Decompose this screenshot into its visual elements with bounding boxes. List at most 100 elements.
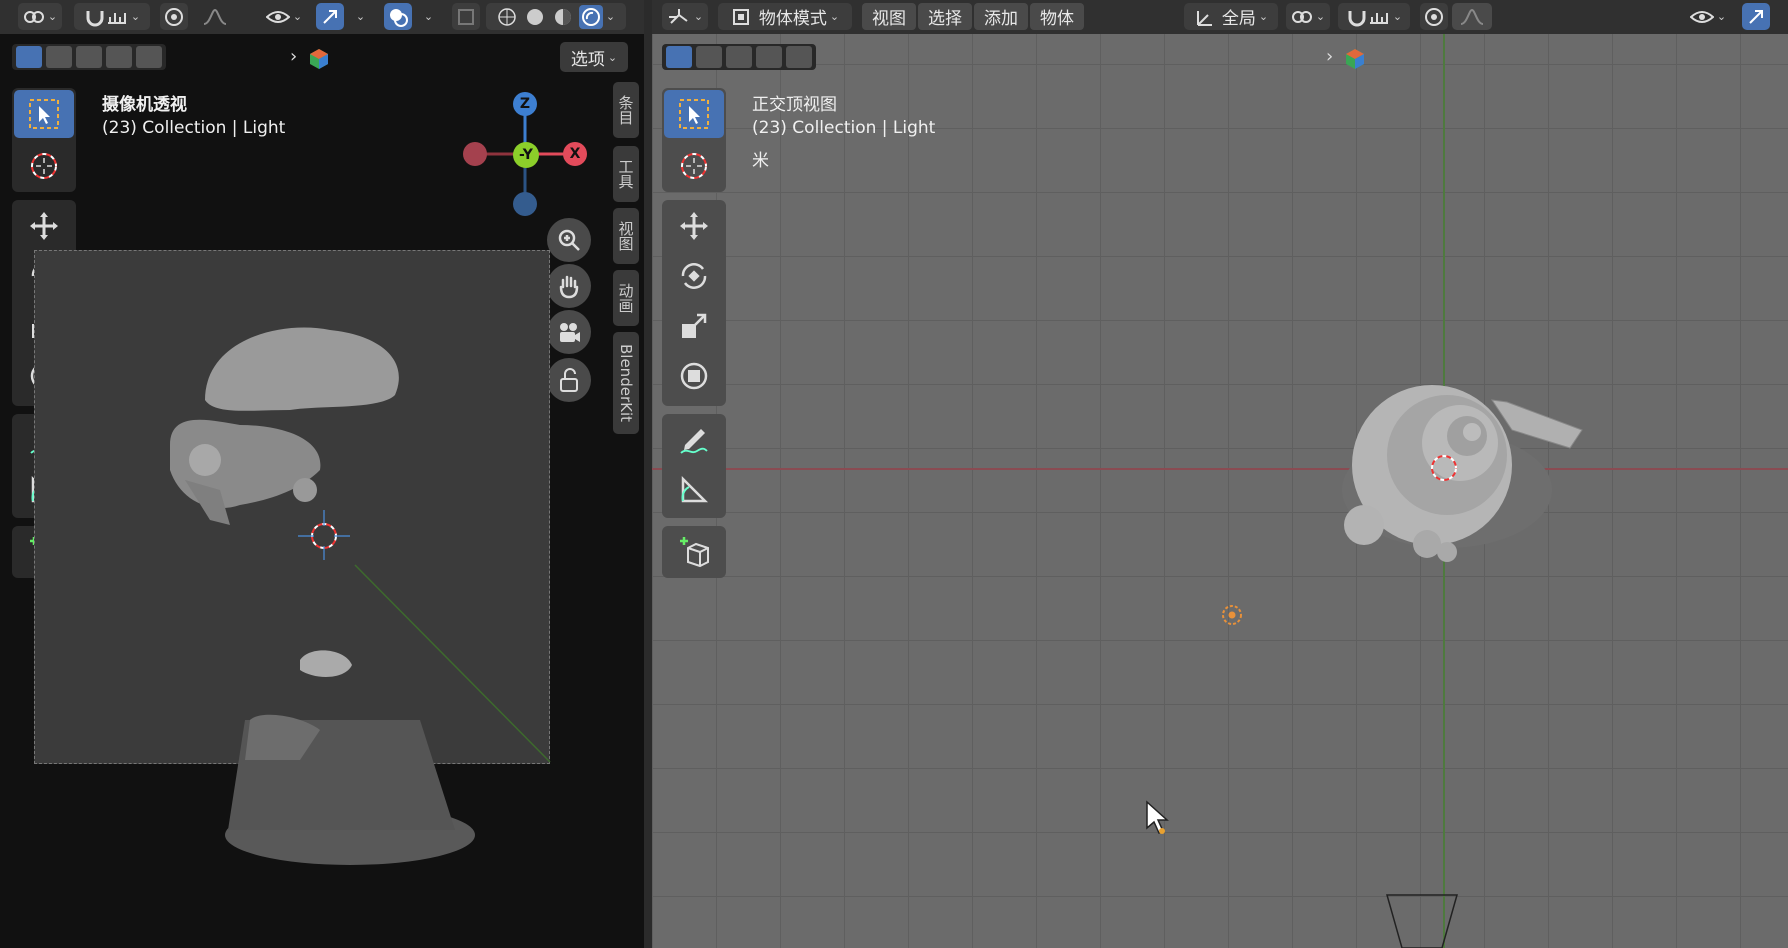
falloff-button[interactable] xyxy=(192,3,238,30)
annotate-tool-group xyxy=(662,414,726,518)
select-intersect-mode[interactable] xyxy=(786,46,812,68)
annotate-tool[interactable] xyxy=(664,416,724,464)
snail-model[interactable] xyxy=(652,0,1788,948)
snap-toggle-button[interactable]: ⌄ xyxy=(74,3,150,30)
gizmo-x-axis[interactable]: X xyxy=(563,142,587,166)
measure-ruler-icon xyxy=(681,475,709,503)
orientation-label: 全局 xyxy=(1221,9,1256,29)
link-icon xyxy=(23,10,44,23)
camera-view-button[interactable] xyxy=(547,310,591,354)
transform-tool-group xyxy=(662,200,726,406)
add-cube-tool[interactable] xyxy=(664,528,724,576)
cursor-tool[interactable] xyxy=(664,142,724,190)
right-viewport-header: ⌄ 物体模式 ⌄ 视图 选择 添加 物体 全局 ⌄ ⌄ ⌄ ⌄ xyxy=(652,0,1788,34)
select-difference-mode[interactable] xyxy=(756,46,782,68)
select-box-tool[interactable] xyxy=(664,90,724,138)
move-tool[interactable] xyxy=(14,202,74,250)
rendered-shading-button[interactable] xyxy=(578,4,603,29)
menu-object[interactable]: 物体 xyxy=(1030,3,1084,30)
overlay-dropdown[interactable]: ⌄ xyxy=(414,3,440,30)
proportional-edit-icon xyxy=(1425,7,1443,26)
expand-arrow-icon[interactable]: › xyxy=(1326,46,1333,67)
snap-button[interactable]: ⌄ xyxy=(1338,3,1410,30)
select-tool-group xyxy=(662,88,726,192)
overlay-toggle-button[interactable] xyxy=(384,3,412,30)
options-label: 选项 xyxy=(570,49,605,70)
top-ortho-viewport[interactable]: ⌄ 物体模式 ⌄ 视图 选择 添加 物体 全局 ⌄ ⌄ ⌄ ⌄ › 正交顶视图 … xyxy=(652,0,1788,948)
collection-info: (23) Collection | Light xyxy=(102,118,286,138)
material-shading-icon[interactable] xyxy=(553,7,573,27)
rotate-tool[interactable] xyxy=(664,252,724,300)
solid-shading-icon[interactable] xyxy=(525,7,545,27)
light-object[interactable] xyxy=(1222,605,1242,625)
options-dropdown[interactable]: 选项 ⌄ xyxy=(560,42,628,72)
visibility-button[interactable]: ⌄ xyxy=(260,3,308,30)
tab-animation[interactable]: 动画 xyxy=(613,270,639,326)
gizmo-neg-y-axis[interactable]: -Y xyxy=(513,142,539,168)
gizmo-neg-x-axis[interactable] xyxy=(463,142,487,166)
pivot-point-button[interactable]: ⌄ xyxy=(1286,3,1330,30)
transform-orientation-dropdown[interactable]: 全局 ⌄ xyxy=(1184,3,1278,30)
transform-tool[interactable] xyxy=(664,352,724,400)
pan-button[interactable] xyxy=(547,264,591,308)
gizmo-neg-z-axis[interactable] xyxy=(513,192,537,216)
select-box-tool[interactable] xyxy=(14,90,74,138)
link-toggle-button[interactable]: ⌄ xyxy=(18,3,62,30)
menu-view[interactable]: 视图 xyxy=(862,3,916,30)
blenderkit-logo-icon[interactable] xyxy=(1344,48,1366,74)
tab-view[interactable]: 视图 xyxy=(613,208,639,264)
xray-toggle-button[interactable] xyxy=(452,3,480,30)
select-extend-mode[interactable] xyxy=(46,46,72,68)
select-box-mode[interactable] xyxy=(666,46,692,68)
select-extend-mode[interactable] xyxy=(696,46,722,68)
camera-icon xyxy=(560,323,580,342)
navigation-gizmo[interactable]: Z X -Y xyxy=(460,90,590,220)
lock-camera-button[interactable] xyxy=(547,358,591,402)
camera-frame xyxy=(34,250,550,764)
proportional-edit-button[interactable] xyxy=(1420,3,1448,30)
mode-dropdown[interactable]: 物体模式 ⌄ xyxy=(718,3,852,30)
select-difference-mode[interactable] xyxy=(106,46,132,68)
link-icon xyxy=(1291,10,1312,23)
tab-blenderkit[interactable]: BlenderKit xyxy=(613,332,639,434)
shading-mode-group: ⌄ xyxy=(486,3,626,30)
expand-arrow-icon[interactable]: › xyxy=(290,46,297,67)
scale-tool[interactable] xyxy=(664,302,724,350)
gizmo-z-axis[interactable]: Z xyxy=(513,92,537,116)
select-subtract-mode[interactable] xyxy=(76,46,102,68)
tab-tool[interactable]: 工具 xyxy=(613,146,639,202)
move-icon xyxy=(680,212,708,240)
3d-viewport-icon xyxy=(668,8,688,24)
move-icon xyxy=(30,212,58,240)
gizmo-dropdown[interactable]: ⌄ xyxy=(346,3,372,30)
overlay-icon xyxy=(390,8,408,27)
gizmo-toggle-button[interactable] xyxy=(1742,3,1770,30)
proportional-edit-button[interactable] xyxy=(160,3,188,30)
select-intersect-mode[interactable] xyxy=(136,46,162,68)
tab-item[interactable]: 条目 xyxy=(613,82,639,138)
add-tool-group xyxy=(662,526,726,578)
mode-label: 物体模式 xyxy=(758,9,827,29)
visibility-button[interactable]: ⌄ xyxy=(1684,3,1732,30)
gizmo-toggle-button[interactable] xyxy=(316,3,344,30)
editor-type-button[interactable]: ⌄ xyxy=(662,3,708,30)
select-box-mode[interactable] xyxy=(16,46,42,68)
wireframe-shading-icon[interactable] xyxy=(497,7,517,27)
blenderkit-logo-icon[interactable] xyxy=(308,48,330,74)
select-subtract-mode[interactable] xyxy=(726,46,752,68)
collection-info: (23) Collection | Light xyxy=(752,118,936,138)
falloff-button[interactable] xyxy=(1452,3,1492,30)
proportional-edit-icon xyxy=(165,7,183,26)
zoom-icon xyxy=(558,229,580,251)
zoom-button[interactable] xyxy=(547,218,591,262)
menu-select[interactable]: 选择 xyxy=(918,3,972,30)
move-tool[interactable] xyxy=(664,202,724,250)
menu-add[interactable]: 添加 xyxy=(974,3,1028,30)
unlock-icon xyxy=(560,368,578,392)
camera-object[interactable] xyxy=(1386,894,1458,948)
cursor-tool[interactable] xyxy=(14,142,74,190)
measure-tool[interactable] xyxy=(664,466,724,514)
area-divider[interactable] xyxy=(644,0,652,948)
rendered-shading-icon xyxy=(581,7,600,26)
camera-viewport[interactable]: ⌄ ⌄ ⌄ ⌄ ⌄ ⌄ › 选项 ⌄ 摄像机透视 (23) Collection… xyxy=(0,0,644,948)
